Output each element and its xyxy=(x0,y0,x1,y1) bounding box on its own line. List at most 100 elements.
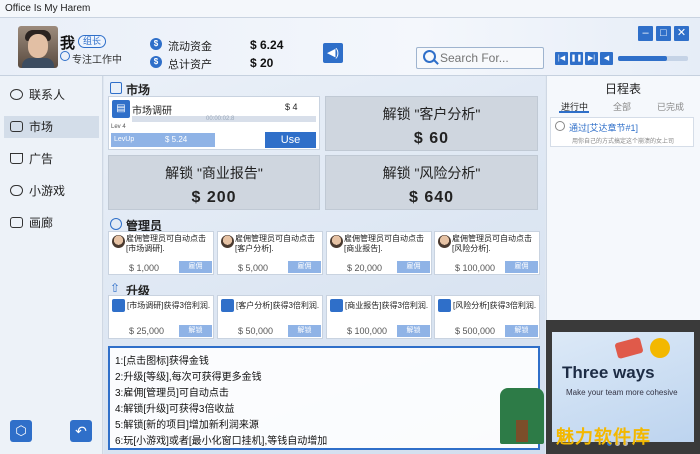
user-rank-badge: 组长 xyxy=(78,35,107,48)
upgrade-desc: [商业报告]获得3倍利润. xyxy=(345,301,429,310)
ad-subtitle: Make your team more cohesive xyxy=(566,388,678,397)
manager-price: $ 5,000 xyxy=(238,263,269,273)
upgrade-price: $ 50,000 xyxy=(238,326,274,336)
market-item-level: Lev 4 xyxy=(111,124,126,130)
ad-decoration xyxy=(650,338,670,358)
tip-line: 2:升级[等级],每次可获得更多金钱 xyxy=(115,372,262,383)
upgrade-arrow-icon: ⇧ xyxy=(110,281,121,295)
avatar[interactable] xyxy=(18,26,58,68)
upgrade-desc: [市场调研]获得3倍利润. xyxy=(127,301,211,310)
market-item-timer: 00:00:02.8 xyxy=(206,116,235,122)
sidebar-item-minigames[interactable]: 小游戏 xyxy=(4,180,99,202)
tab-completed[interactable]: 已完成 xyxy=(657,100,684,113)
tip-line: 6:玩[小游戏]或者[最小化窗口挂机],等钱自动增加 xyxy=(115,436,328,447)
ad-title: Three ways xyxy=(562,363,655,382)
tip-line: 5:解锁[新的项目]增加新利润来源 xyxy=(115,420,259,431)
header xyxy=(0,18,700,76)
manager-price: $ 20,000 xyxy=(347,263,383,273)
tip-line: 1:[点击图标]获得金钱 xyxy=(115,356,209,367)
gallery-icon xyxy=(10,217,23,229)
settings-icon[interactable]: ⬡ xyxy=(10,420,32,442)
upgrade-price: $ 25,000 xyxy=(129,326,165,336)
upgrade-price: $ 100,000 xyxy=(347,326,388,336)
research-icon xyxy=(112,299,125,312)
pause-icon[interactable]: ❚❚ xyxy=(570,52,583,65)
unlock-title: 解锁 "商业报告" xyxy=(165,165,263,181)
unlock-title: 解锁 "客户分析" xyxy=(382,106,481,122)
tips-panel: 1:[点击图标]获得金钱 2:升级[等级],每次可获得更多金钱 3:雇佣[管理员… xyxy=(108,346,540,450)
manager-desc: 雇佣管理员可自动点击[风险分析]. xyxy=(452,234,532,253)
manager-price: $ 100,000 xyxy=(455,263,496,273)
manager-avatar xyxy=(330,235,343,248)
customer-analysis-icon xyxy=(221,299,234,312)
manager-desc: 雇佣管理员可自动点击[客户分析]. xyxy=(235,234,315,253)
manager-card: 雇佣管理员可自动点击[市场调研]. $ 1,000 雇佣 xyxy=(108,231,214,275)
close-icon[interactable]: ✕ xyxy=(674,26,689,41)
unlock-business-report-card[interactable]: 解锁 "商业报告" $ 200 xyxy=(108,155,320,210)
use-button[interactable]: Use xyxy=(265,132,316,148)
risk-analysis-icon xyxy=(438,299,451,312)
research-icon[interactable]: ▤ xyxy=(112,100,130,118)
sidebar-item-contacts[interactable]: 联系人 xyxy=(4,84,99,106)
hire-button[interactable]: 雇佣 xyxy=(397,261,430,273)
upgrade-price: $ 500,000 xyxy=(455,326,496,336)
manager-card: 雇佣管理员可自动点击[客户分析]. $ 5,000 雇佣 xyxy=(217,231,323,275)
sidebar-item-gallery[interactable]: 画廊 xyxy=(4,212,99,234)
report-icon xyxy=(330,299,343,312)
upgrade-desc: [客户分析]获得3倍利润. xyxy=(236,301,320,310)
speaker-icon[interactable]: ◀) xyxy=(323,43,343,63)
tip-line: 3:雇佣[管理员]可自动点击 xyxy=(115,388,229,399)
cart-icon xyxy=(10,153,23,165)
back-icon[interactable]: ↶ xyxy=(70,420,92,442)
unlock-button[interactable]: 解锁 xyxy=(505,325,538,337)
unlock-button[interactable]: 解锁 xyxy=(288,325,321,337)
volume-fill xyxy=(618,56,667,61)
unlock-risk-analysis-card[interactable]: 解锁 "风险分析" $ 640 xyxy=(325,155,538,210)
upgrade-card: [市场调研]获得3倍利润. $ 25,000 解锁 xyxy=(108,295,214,339)
status-icon xyxy=(60,51,70,61)
hire-button[interactable]: 雇佣 xyxy=(288,261,321,273)
user-status: 专注工作中 xyxy=(72,55,122,66)
manager-desc: 雇佣管理员可自动点击[市场调研]. xyxy=(126,234,206,253)
checkbox-icon[interactable] xyxy=(555,121,565,131)
unlock-title: 解锁 "风险分析" xyxy=(382,165,481,181)
unlock-button[interactable]: 解锁 xyxy=(397,325,430,337)
manager-desc: 雇佣管理员可自动点击[商业报告]. xyxy=(344,234,424,253)
title-bar xyxy=(0,0,700,18)
search-input[interactable] xyxy=(440,50,540,66)
unlock-customer-analysis-card[interactable]: 解锁 "客户分析" $ 60 xyxy=(325,96,538,151)
briefcase-icon xyxy=(10,121,23,133)
hire-button[interactable]: 雇佣 xyxy=(505,261,538,273)
user-name: 我 xyxy=(60,35,76,52)
chat-icon xyxy=(10,89,23,101)
market-item-name: 市场调研 xyxy=(132,106,172,117)
hire-button[interactable]: 雇佣 xyxy=(179,261,212,273)
tip-line: 4:解锁[升级]可获得3倍收益 xyxy=(115,404,235,415)
volume-icon[interactable]: ◀ xyxy=(600,52,613,65)
levelup-cost: $ 5.24 xyxy=(165,135,188,144)
manager-avatar xyxy=(112,235,125,248)
window-title: Office Is My Harem xyxy=(5,3,91,14)
maximize-icon[interactable]: □ xyxy=(656,26,671,41)
next-track-icon[interactable]: ▶| xyxy=(585,52,598,65)
market-item-price: $ 4 xyxy=(285,102,298,112)
upgrade-card: [风险分析]获得3倍利润. $ 500,000 解锁 xyxy=(434,295,540,339)
schedule-item-desc: 用你自己的方式搞定这个崩溃的女上司 xyxy=(572,139,675,145)
unlock-price: $ 640 xyxy=(408,189,455,206)
sidebar-item-ads[interactable]: 广告 xyxy=(4,148,99,170)
tab-all[interactable]: 全部 xyxy=(613,100,631,113)
unlock-button[interactable]: 解锁 xyxy=(179,325,212,337)
sidebar-item-market[interactable]: 市场 xyxy=(4,116,99,138)
upgrade-card: [客户分析]获得3倍利润. $ 50,000 解锁 xyxy=(217,295,323,339)
prev-track-icon[interactable]: |◀ xyxy=(555,52,568,65)
manager-icon xyxy=(110,218,122,230)
assets-label: 总计资产 xyxy=(168,59,212,71)
market-icon xyxy=(110,82,122,94)
manager-avatar xyxy=(438,235,451,248)
levelup-button[interactable]: LevUp xyxy=(111,133,215,147)
schedule-item-title: 通过[艾达章节#1] xyxy=(569,123,639,133)
minimize-icon[interactable]: – xyxy=(638,26,653,41)
assets-coin-icon: $ xyxy=(150,56,162,68)
unlock-price: $ 200 xyxy=(191,189,237,206)
upgrade-card: [商业报告]获得3倍利润. $ 100,000 解锁 xyxy=(326,295,432,339)
